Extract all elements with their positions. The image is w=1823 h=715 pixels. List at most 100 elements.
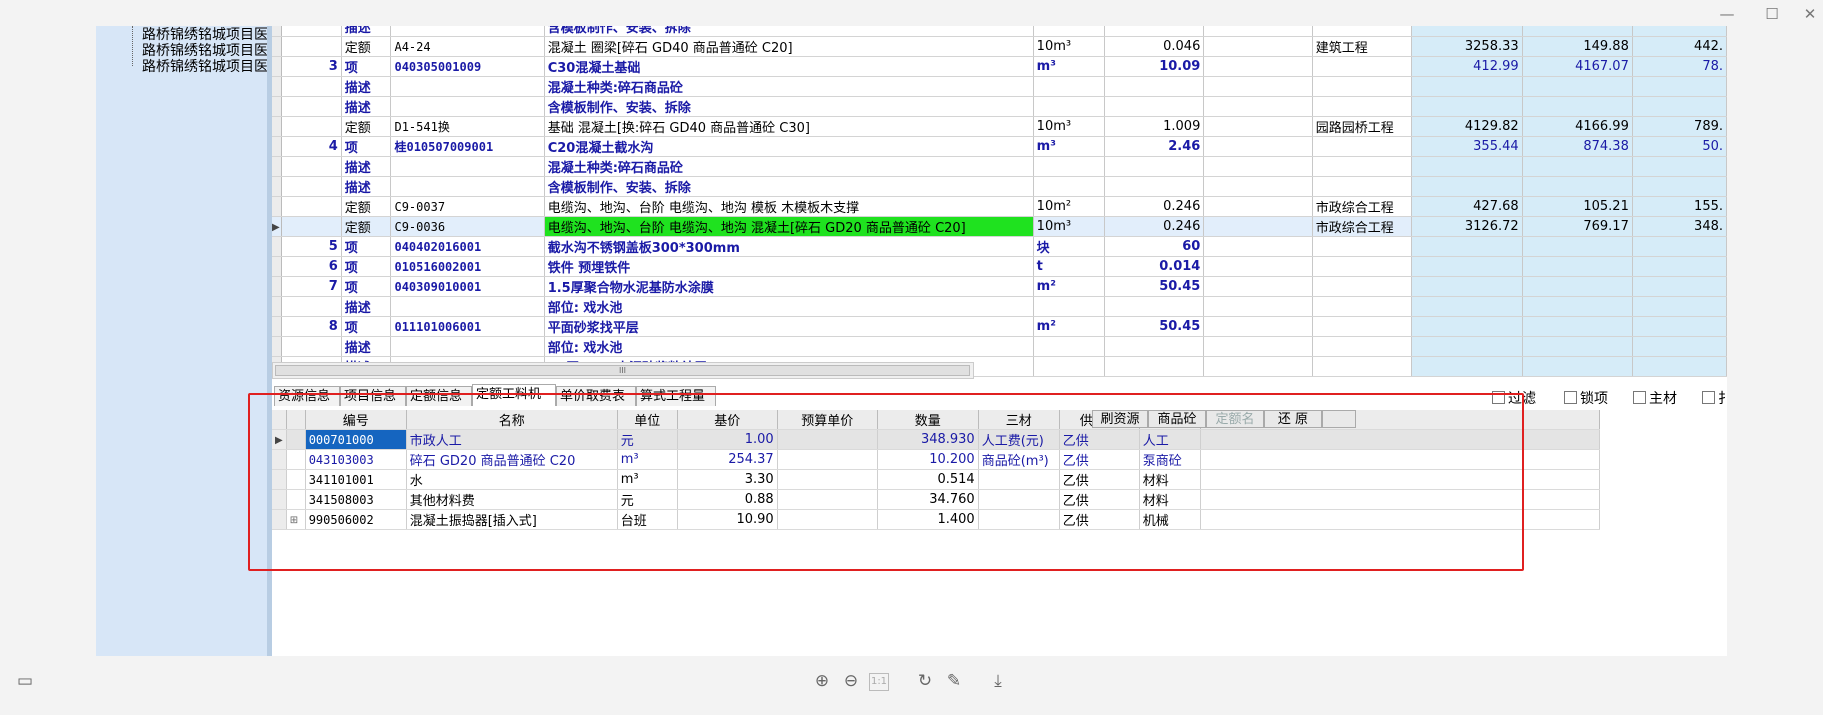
row-category[interactable] [1312, 256, 1413, 277]
row-unit[interactable] [1033, 176, 1106, 197]
row-quantity[interactable]: 2.46 [1104, 136, 1205, 157]
row-quantity[interactable] [1104, 336, 1205, 357]
row-price-3[interactable] [1632, 276, 1727, 297]
row-number[interactable]: 8 [281, 316, 342, 337]
row-unit[interactable]: 10m² [1033, 196, 1106, 217]
row-price-1[interactable] [1411, 236, 1523, 257]
row-number[interactable]: 5 [281, 236, 342, 257]
row-category[interactable]: 园路园桥工程 [1312, 116, 1413, 137]
row-unit[interactable]: 10m³ [1033, 36, 1106, 57]
row-type[interactable]: 项 [341, 276, 392, 297]
row-number[interactable] [281, 156, 342, 177]
row-quantity[interactable] [1104, 296, 1205, 317]
row-price-2[interactable]: 105.21 [1522, 196, 1633, 217]
row-name[interactable]: 部位: 戏水池 [544, 336, 1034, 357]
rotate-icon[interactable]: ↻ [914, 670, 936, 692]
row-extra[interactable] [1203, 216, 1313, 237]
row-quantity[interactable]: 0.246 [1104, 216, 1205, 237]
row-name[interactable]: 含模板制作、安装、拆除 [544, 176, 1034, 197]
row-price-3[interactable] [1632, 26, 1727, 37]
row-price-1[interactable]: 412.99 [1411, 56, 1523, 77]
row-unit[interactable] [1033, 156, 1106, 177]
row-category[interactable] [1312, 316, 1413, 337]
row-price-2[interactable] [1522, 296, 1633, 317]
bill-row[interactable]: 8 项 011101006001 平面砂浆找平层 m² 50.45 [272, 316, 1727, 337]
scrollbar-thumb[interactable]: III [275, 365, 970, 376]
row-extra[interactable] [1203, 76, 1313, 97]
row-extra[interactable] [1203, 196, 1313, 217]
bill-row[interactable]: 描述 混凝土种类:碎石商品砼 [272, 76, 1727, 97]
row-category[interactable] [1312, 276, 1413, 297]
row-price-2[interactable] [1522, 256, 1633, 277]
bill-row[interactable]: 描述 含模板制作、安装、拆除 [272, 26, 1727, 37]
close-button[interactable]: ✕ [1798, 4, 1822, 24]
row-unit[interactable]: 10m³ [1033, 216, 1106, 237]
row-code[interactable]: 040402016001 [390, 236, 545, 257]
row-type[interactable]: 描述 [341, 336, 392, 357]
row-code[interactable]: 011101006001 [390, 316, 545, 337]
row-marker[interactable] [272, 116, 283, 137]
row-extra[interactable] [1203, 36, 1313, 57]
row-code[interactable]: D1-541换 [390, 116, 545, 137]
row-marker[interactable] [272, 336, 283, 357]
bill-row[interactable]: 描述 含模板制作、安装、拆除 [272, 176, 1727, 197]
row-price-3[interactable]: 442. [1632, 36, 1727, 57]
row-number[interactable]: 4 [281, 136, 342, 157]
row-code[interactable]: 040309010001 [390, 276, 545, 297]
row-quantity[interactable]: 10.09 [1104, 56, 1205, 77]
row-category[interactable] [1312, 296, 1413, 317]
row-code[interactable] [390, 96, 545, 117]
row-price-3[interactable] [1632, 96, 1727, 117]
row-name[interactable]: 截水沟不锈钢盖板300*300mm [544, 236, 1034, 257]
row-price-2[interactable] [1522, 156, 1633, 177]
horizontal-scrollbar[interactable]: III [272, 362, 974, 379]
row-extra[interactable] [1203, 96, 1313, 117]
row-category[interactable] [1312, 156, 1413, 177]
row-type[interactable]: 描述 [341, 26, 392, 37]
row-price-2[interactable] [1522, 76, 1633, 97]
row-type[interactable]: 定额 [341, 116, 392, 137]
row-code[interactable] [390, 176, 545, 197]
row-category[interactable] [1312, 336, 1413, 357]
row-code[interactable] [390, 296, 545, 317]
row-price-3[interactable] [1632, 236, 1727, 257]
row-marker[interactable] [272, 26, 283, 37]
row-type[interactable]: 项 [341, 56, 392, 77]
bill-row[interactable]: 描述 混凝土种类:碎石商品砼 [272, 156, 1727, 177]
row-price-1[interactable] [1411, 256, 1523, 277]
row-category[interactable] [1312, 176, 1413, 197]
row-unit[interactable] [1033, 296, 1106, 317]
row-number[interactable] [281, 296, 342, 317]
bill-row[interactable]: 描述 含模板制作、安装、拆除 [272, 96, 1727, 117]
row-marker[interactable] [272, 276, 283, 297]
row-price-3[interactable] [1632, 76, 1727, 97]
bill-row[interactable]: 3 项 040305001009 C30混凝土基础 m³ 10.09 412.99 4167.… [272, 56, 1727, 77]
row-price-1[interactable] [1411, 76, 1523, 97]
row-name[interactable]: 部位: 戏水池 [544, 296, 1034, 317]
lock-item-checkbox[interactable]: 锁项 [1564, 388, 1608, 408]
row-price-3[interactable]: 50. [1632, 136, 1727, 157]
row-price-1[interactable] [1411, 96, 1523, 117]
row-category[interactable]: 市政综合工程 [1312, 216, 1413, 237]
row-number[interactable] [281, 26, 342, 37]
row-marker[interactable] [272, 156, 283, 177]
row-extra[interactable] [1203, 236, 1313, 257]
extra-checkbox[interactable]: 扌 [1702, 388, 1727, 408]
row-price-2[interactable] [1522, 96, 1633, 117]
row-type[interactable]: 项 [341, 316, 392, 337]
row-price-2[interactable]: 4166.99 [1522, 116, 1633, 137]
row-number[interactable] [281, 96, 342, 117]
row-price-1[interactable] [1411, 276, 1523, 297]
bill-row[interactable]: ▶ 定额 C9-0036 电缆沟、地沟、台阶 电缆沟、地沟 混凝土[碎石 GD20 商… [272, 216, 1727, 237]
row-quantity[interactable]: 0.046 [1104, 36, 1205, 57]
row-price-3[interactable]: 78. [1632, 56, 1727, 77]
row-price-2[interactable]: 769.17 [1522, 216, 1633, 237]
row-number[interactable] [281, 336, 342, 357]
row-price-2[interactable] [1522, 316, 1633, 337]
row-marker[interactable] [272, 76, 283, 97]
row-extra[interactable] [1203, 26, 1313, 37]
row-number[interactable] [281, 76, 342, 97]
row-price-2[interactable] [1522, 26, 1633, 37]
row-name[interactable]: 混凝土 圈梁[碎石 GD40 商品普通砼 C20] [544, 36, 1034, 57]
row-marker[interactable] [272, 256, 283, 277]
